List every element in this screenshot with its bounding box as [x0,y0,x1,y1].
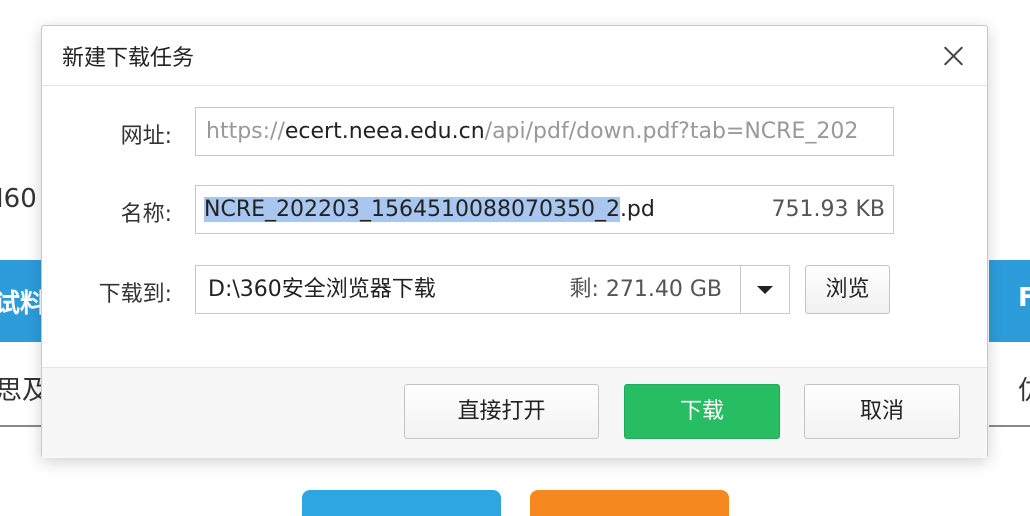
open-directly-button[interactable]: 直接打开 [404,384,599,439]
name-label: 名称: [120,202,172,227]
file-size: 751.93 KB [771,197,886,222]
background-orange-button[interactable] [530,490,729,516]
path-dropdown-button[interactable] [741,265,790,314]
filename-selection: NCRE_202203_1564510088070350_2 [204,197,620,222]
url-host: ecert.neea.edu.cn [284,119,485,144]
browse-button[interactable]: 浏览 [805,265,890,314]
download-button[interactable]: 下载 [624,384,780,439]
background-divider [989,425,1030,427]
save-path-field[interactable]: D:\360安全浏览器下载 剩: 271.40 GB [195,265,741,314]
close-icon[interactable] [935,38,971,74]
url-prefix: https:// [206,119,285,144]
new-download-dialog: 新建下载任务 网址: https://ecert.neea.edu.cn/api… [41,25,988,458]
background-blue-button[interactable] [302,490,501,516]
background-text: 仿 [1018,370,1030,407]
background-divider [0,425,42,427]
dialog-titlebar: 新建下载任务 [42,26,987,86]
filename-input[interactable]: NCRE_202203_1564510088070350_2.pd 751.93… [195,185,894,234]
save-path: D:\360安全浏览器下载 [208,277,436,302]
url-label: 网址: [120,124,172,149]
background-band-text: F [1018,283,1030,313]
filename-suffix: .pd [619,197,655,222]
dialog-title: 新建下载任务 [62,46,195,71]
cancel-button[interactable]: 取消 [804,384,960,439]
free-space: 剩: 271.40 GB [569,277,722,302]
url-field[interactable]: https://ecert.neea.edu.cn/api/pdf/down.p… [195,107,894,156]
dialog-footer: 直接打开 下载 取消 [42,367,987,458]
chevron-down-icon [757,286,773,294]
url-path: /api/pdf/down.pdf?tab=NCRE_202 [484,119,859,144]
save-to-label: 下载到: [98,282,172,307]
